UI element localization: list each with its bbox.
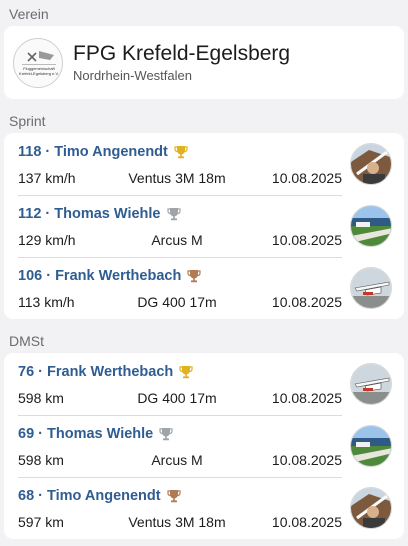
entry-title-text: 68 · Timo Angenendt xyxy=(18,488,161,504)
list-item[interactable]: 112 · Thomas Wiehle 129 km/h Arcus M 10.08.… xyxy=(4,195,404,257)
airfield-photo xyxy=(350,205,392,247)
section-title-dmst: DMSt xyxy=(9,333,44,349)
entry-aircraft: Ventus 3M 18m xyxy=(128,170,226,186)
club-card[interactable]: Fluggemeinschaft Krefeld-Egelsberg e.V. … xyxy=(4,26,404,99)
list-item[interactable]: 68 · Timo Angenendt 597 km Ventus 3M 18m 10… xyxy=(4,477,404,539)
entry-title: 76 · Frank Werthebach xyxy=(18,364,193,380)
entry-title-text: 69 · Thomas Wiehle xyxy=(18,426,154,442)
pilot-photo xyxy=(350,143,392,185)
silver-trophy-icon xyxy=(159,427,173,441)
list-item[interactable]: 106 · Frank Werthebach 113 km/h DG 400 17m… xyxy=(4,257,404,319)
bronze-trophy-icon xyxy=(166,489,181,503)
entry-value: 598 km xyxy=(18,452,64,468)
entry-aircraft: DG 400 17m xyxy=(137,390,217,406)
entry-title: 106 · Frank Werthebach xyxy=(18,268,201,284)
glider-photo xyxy=(350,363,392,405)
row-divider xyxy=(18,257,342,258)
entry-date: 10.08.2025 xyxy=(271,452,342,468)
gold-trophy-icon xyxy=(179,365,193,379)
club-region: Nordrhein-Westfalen xyxy=(73,68,192,83)
entry-value: 113 km/h xyxy=(18,294,75,310)
entry-date: 10.08.2025 xyxy=(271,294,342,310)
entry-aircraft: DG 400 17m xyxy=(137,294,217,310)
entry-value: 598 km xyxy=(18,390,64,406)
entry-title-text: 76 · Frank Werthebach xyxy=(18,364,174,380)
gold-trophy-icon xyxy=(174,145,188,159)
entry-title: 118 · Timo Angenendt xyxy=(18,144,188,160)
list-item[interactable]: 118 · Timo Angenendt 137 km/h Ventus 3M 18… xyxy=(4,133,404,195)
entry-title: 69 · Thomas Wiehle xyxy=(18,426,173,442)
row-divider xyxy=(18,477,342,478)
entry-aircraft: Ventus 3M 18m xyxy=(128,514,226,530)
pilot-photo xyxy=(350,487,392,529)
entry-date: 10.08.2025 xyxy=(271,232,342,248)
entry-title: 68 · Timo Angenendt xyxy=(18,488,181,504)
dmst-list: 76 · Frank Werthebach 598 km DG 400 17m 10.… xyxy=(4,353,404,539)
section-title-verein: Verein xyxy=(9,6,49,22)
entry-value: 597 km xyxy=(18,514,64,530)
row-divider xyxy=(18,415,342,416)
bronze-trophy-icon xyxy=(187,269,201,283)
list-item[interactable]: 76 · Frank Werthebach 598 km DG 400 17m 10.… xyxy=(4,353,404,415)
entry-aircraft: Arcus M xyxy=(151,452,203,468)
silver-trophy-icon xyxy=(166,207,181,221)
entry-aircraft: Arcus M xyxy=(151,232,203,248)
entry-title-text: 106 · Frank Werthebach xyxy=(18,268,182,284)
sprint-list: 118 · Timo Angenendt 137 km/h Ventus 3M 18… xyxy=(4,133,404,319)
airfield-photo xyxy=(350,425,392,467)
glider-photo xyxy=(350,267,392,309)
entry-value: 129 km/h xyxy=(18,232,76,248)
entry-title-text: 112 · Thomas Wiehle xyxy=(18,206,161,222)
entry-title: 112 · Thomas Wiehle xyxy=(18,206,181,222)
club-logo: Fluggemeinschaft Krefeld-Egelsberg e.V. xyxy=(13,37,63,88)
row-divider xyxy=(18,195,342,196)
entry-date: 10.08.2025 xyxy=(271,390,342,406)
entry-value: 137 km/h xyxy=(18,170,76,186)
entry-date: 10.08.2025 xyxy=(271,514,342,530)
entry-date: 10.08.2025 xyxy=(271,170,342,186)
section-title-sprint: Sprint xyxy=(9,113,46,129)
list-item[interactable]: 69 · Thomas Wiehle 598 km Arcus M 10.08.202… xyxy=(4,415,404,477)
club-name: FPG Krefeld-Egelsberg xyxy=(73,42,291,65)
entry-title-text: 118 · Timo Angenendt xyxy=(18,144,168,160)
svg-text:Krefeld-Egelsberg e.V.: Krefeld-Egelsberg e.V. xyxy=(19,71,59,76)
